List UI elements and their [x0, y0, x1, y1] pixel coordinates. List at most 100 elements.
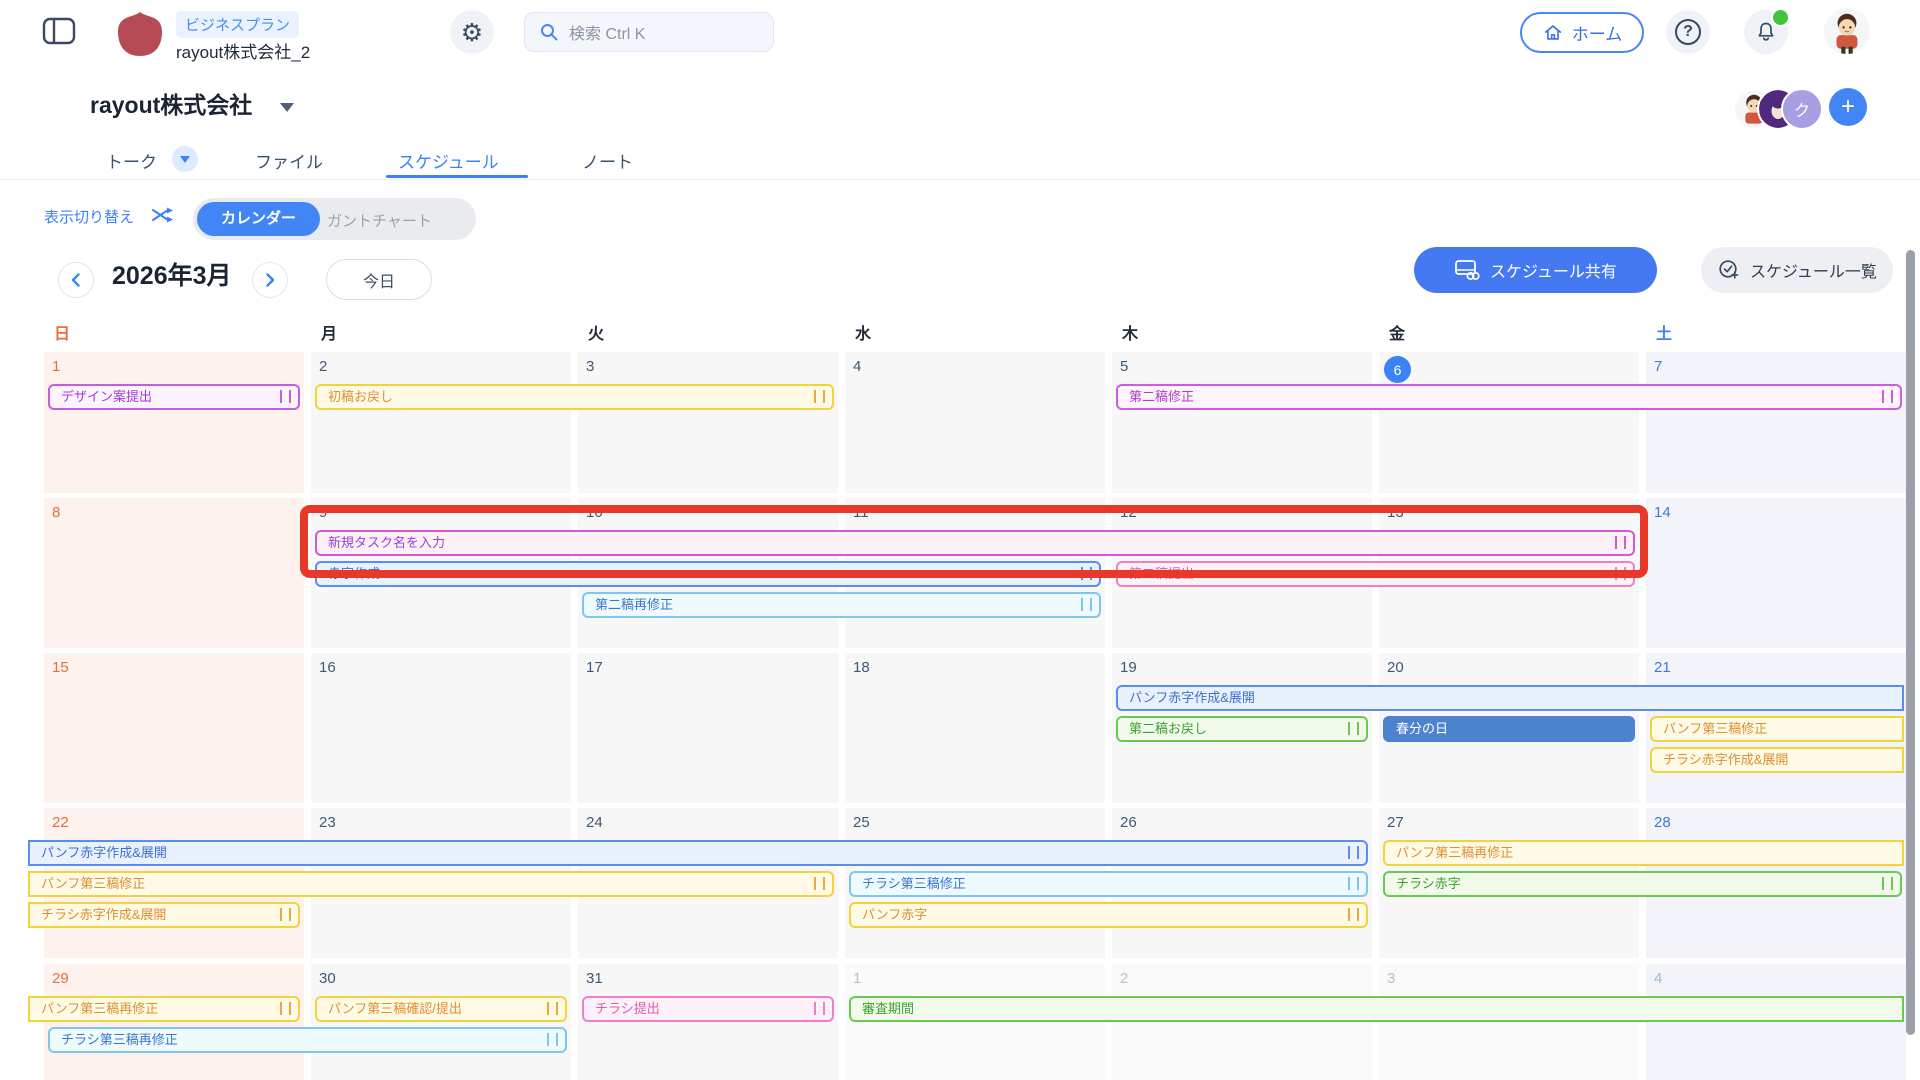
tab-schedule[interactable]: スケジュール	[398, 148, 499, 173]
date-label: 23	[319, 814, 336, 831]
event-resize-handle[interactable]	[547, 1002, 558, 1015]
tab-talk[interactable]: トーク	[106, 148, 157, 173]
calendar-event[interactable]: デザイン案提出	[48, 384, 300, 410]
calendar-cell[interactable]: 14	[1646, 498, 1906, 648]
calendar-event[interactable]: パンフ赤字作成&展開	[28, 840, 1368, 866]
calendar-cell[interactable]: 3	[1379, 964, 1639, 1080]
weekday-header: 水	[855, 326, 872, 343]
event-resize-handle[interactable]	[280, 908, 291, 921]
calendar-event[interactable]: 赤字作成	[315, 561, 1101, 587]
calendar-event[interactable]: チラシ第三稿修正	[849, 871, 1368, 897]
calendar-cell[interactable]: 16	[311, 653, 571, 803]
workspace-subtitle: rayout株式会社_2	[176, 43, 311, 62]
search-input[interactable]: 検索 Ctrl K	[524, 12, 774, 52]
event-label: チラシ赤字	[1396, 876, 1461, 891]
event-resize-handle[interactable]	[1348, 722, 1359, 735]
event-resize-handle[interactable]	[814, 877, 825, 890]
schedule-share-button[interactable]: スケジュール共有	[1414, 247, 1657, 293]
calendar-event[interactable]: チラシ第三稿再修正	[48, 1027, 567, 1053]
calendar-cell[interactable]: 4	[845, 352, 1105, 493]
calendar-event[interactable]: パンフ第三稿再修正	[1383, 840, 1904, 866]
calendar-event[interactable]: チラシ赤字作成&展開	[1650, 747, 1904, 773]
calendar-event[interactable]: チラシ赤字作成&展開	[28, 902, 300, 928]
calendar-cell[interactable]: 5	[1112, 352, 1372, 493]
calendar-event[interactable]: 第二稿修正	[1116, 384, 1902, 410]
calendar-cell[interactable]: 8	[44, 498, 304, 648]
home-button[interactable]: ホーム	[1520, 12, 1644, 53]
calendar-cell[interactable]: 2	[311, 352, 571, 493]
schedule-list-button[interactable]: スケジュール一覧	[1701, 247, 1893, 293]
event-resize-handle[interactable]	[814, 1002, 825, 1015]
settings-gear-button[interactable]: ⚙	[450, 10, 494, 54]
notifications-button[interactable]	[1744, 8, 1790, 54]
talk-dropdown-button[interactable]	[172, 146, 198, 172]
calendar-cell[interactable]: 1	[845, 964, 1105, 1080]
event-resize-handle[interactable]	[1615, 567, 1626, 580]
sidebar-toggle-button[interactable]	[42, 16, 76, 46]
date-label: 19	[1120, 659, 1137, 676]
event-label: チラシ赤字作成&展開	[1663, 752, 1789, 767]
event-resize-handle[interactable]	[280, 1002, 291, 1015]
event-resize-handle[interactable]	[1348, 908, 1359, 921]
calendar-event[interactable]: パンフ赤字	[849, 902, 1368, 928]
calendar-view-button[interactable]: カレンダー	[197, 202, 321, 236]
calendar-cell[interactable]: 31	[578, 964, 838, 1080]
event-resize-handle[interactable]	[1081, 598, 1092, 611]
calendar-event[interactable]: チラシ提出	[582, 996, 834, 1022]
event-label: パンフ第三稿修正	[41, 876, 146, 891]
event-resize-handle[interactable]	[814, 390, 825, 403]
tab-notes[interactable]: ノート	[582, 148, 633, 173]
app-root: ビジネスプラン rayout株式会社_2 ⚙ 検索 Ctrl K ホーム ? r…	[0, 0, 1920, 1080]
date-label: 25	[853, 814, 870, 831]
member-avatar-3[interactable]: ク	[1781, 88, 1823, 130]
calendar-event[interactable]: 第二稿再修正	[582, 592, 1101, 618]
calendar-cell[interactable]: 18	[845, 653, 1105, 803]
calendar-event[interactable]: 新規タスク名を入力	[315, 530, 1635, 556]
calendar-cell[interactable]: 2	[1112, 964, 1372, 1080]
event-resize-handle[interactable]	[1882, 877, 1893, 890]
calendar-event[interactable]: チラシ赤字	[1383, 871, 1902, 897]
calendar-event[interactable]: パンフ第三稿修正	[1650, 716, 1904, 742]
add-member-button[interactable]: +	[1829, 88, 1867, 126]
calendar-cell[interactable]: 30	[311, 964, 571, 1080]
calendar-cell[interactable]: 3	[578, 352, 838, 493]
calendar-cell[interactable]: 17	[578, 653, 838, 803]
event-resize-handle[interactable]	[280, 390, 291, 403]
event-resize-handle[interactable]	[1081, 567, 1092, 580]
date-label: 18	[853, 659, 870, 676]
calendar-cell[interactable]: 15	[44, 653, 304, 803]
calendar-event[interactable]: 第二稿提出	[1116, 561, 1635, 587]
tab-files[interactable]: ファイル	[255, 148, 323, 173]
user-avatar[interactable]	[1824, 8, 1870, 54]
holiday-badge: 春分の日	[1383, 716, 1635, 742]
event-resize-handle[interactable]	[1615, 536, 1626, 549]
calendar-cell[interactable]: 6	[1379, 352, 1639, 493]
calendar-event[interactable]: パンフ第三稿修正	[28, 871, 834, 897]
calendar-event[interactable]: 初稿お戻し	[315, 384, 834, 410]
prev-month-button[interactable]	[58, 262, 94, 298]
date-label: 4	[1654, 970, 1663, 987]
calendar-cell[interactable]: 7	[1646, 352, 1906, 493]
event-resize-handle[interactable]	[547, 1033, 558, 1046]
calendar-event[interactable]: 審査期間	[849, 996, 1904, 1022]
gantt-view-button[interactable]: ガントチャート	[327, 210, 432, 231]
calendar-event[interactable]: パンフ第三稿再修正	[28, 996, 300, 1022]
event-resize-handle[interactable]	[1882, 390, 1893, 403]
calendar-event[interactable]: パンフ第三稿確認/提出	[315, 996, 567, 1022]
today-button[interactable]: 今日	[326, 259, 432, 300]
next-month-button[interactable]	[252, 262, 288, 298]
calendar-cell[interactable]: 1	[44, 352, 304, 493]
help-button[interactable]: ?	[1666, 10, 1710, 54]
weekday-header: 木	[1122, 326, 1139, 343]
calendar-event[interactable]: 第二稿お戻し	[1116, 716, 1368, 742]
event-resize-handle[interactable]	[1348, 846, 1359, 859]
app-logo	[114, 8, 166, 58]
date-label: 2	[319, 358, 328, 375]
calendar-cell[interactable]: 4	[1646, 964, 1906, 1080]
workspace-dropdown-caret[interactable]	[280, 103, 294, 112]
calendar-event[interactable]: パンフ赤字作成&展開	[1116, 685, 1904, 711]
event-resize-handle[interactable]	[1348, 877, 1359, 890]
date-label: 14	[1654, 504, 1671, 521]
calendar-cell[interactable]: 29	[44, 964, 304, 1080]
scrollbar[interactable]	[1906, 250, 1915, 1035]
